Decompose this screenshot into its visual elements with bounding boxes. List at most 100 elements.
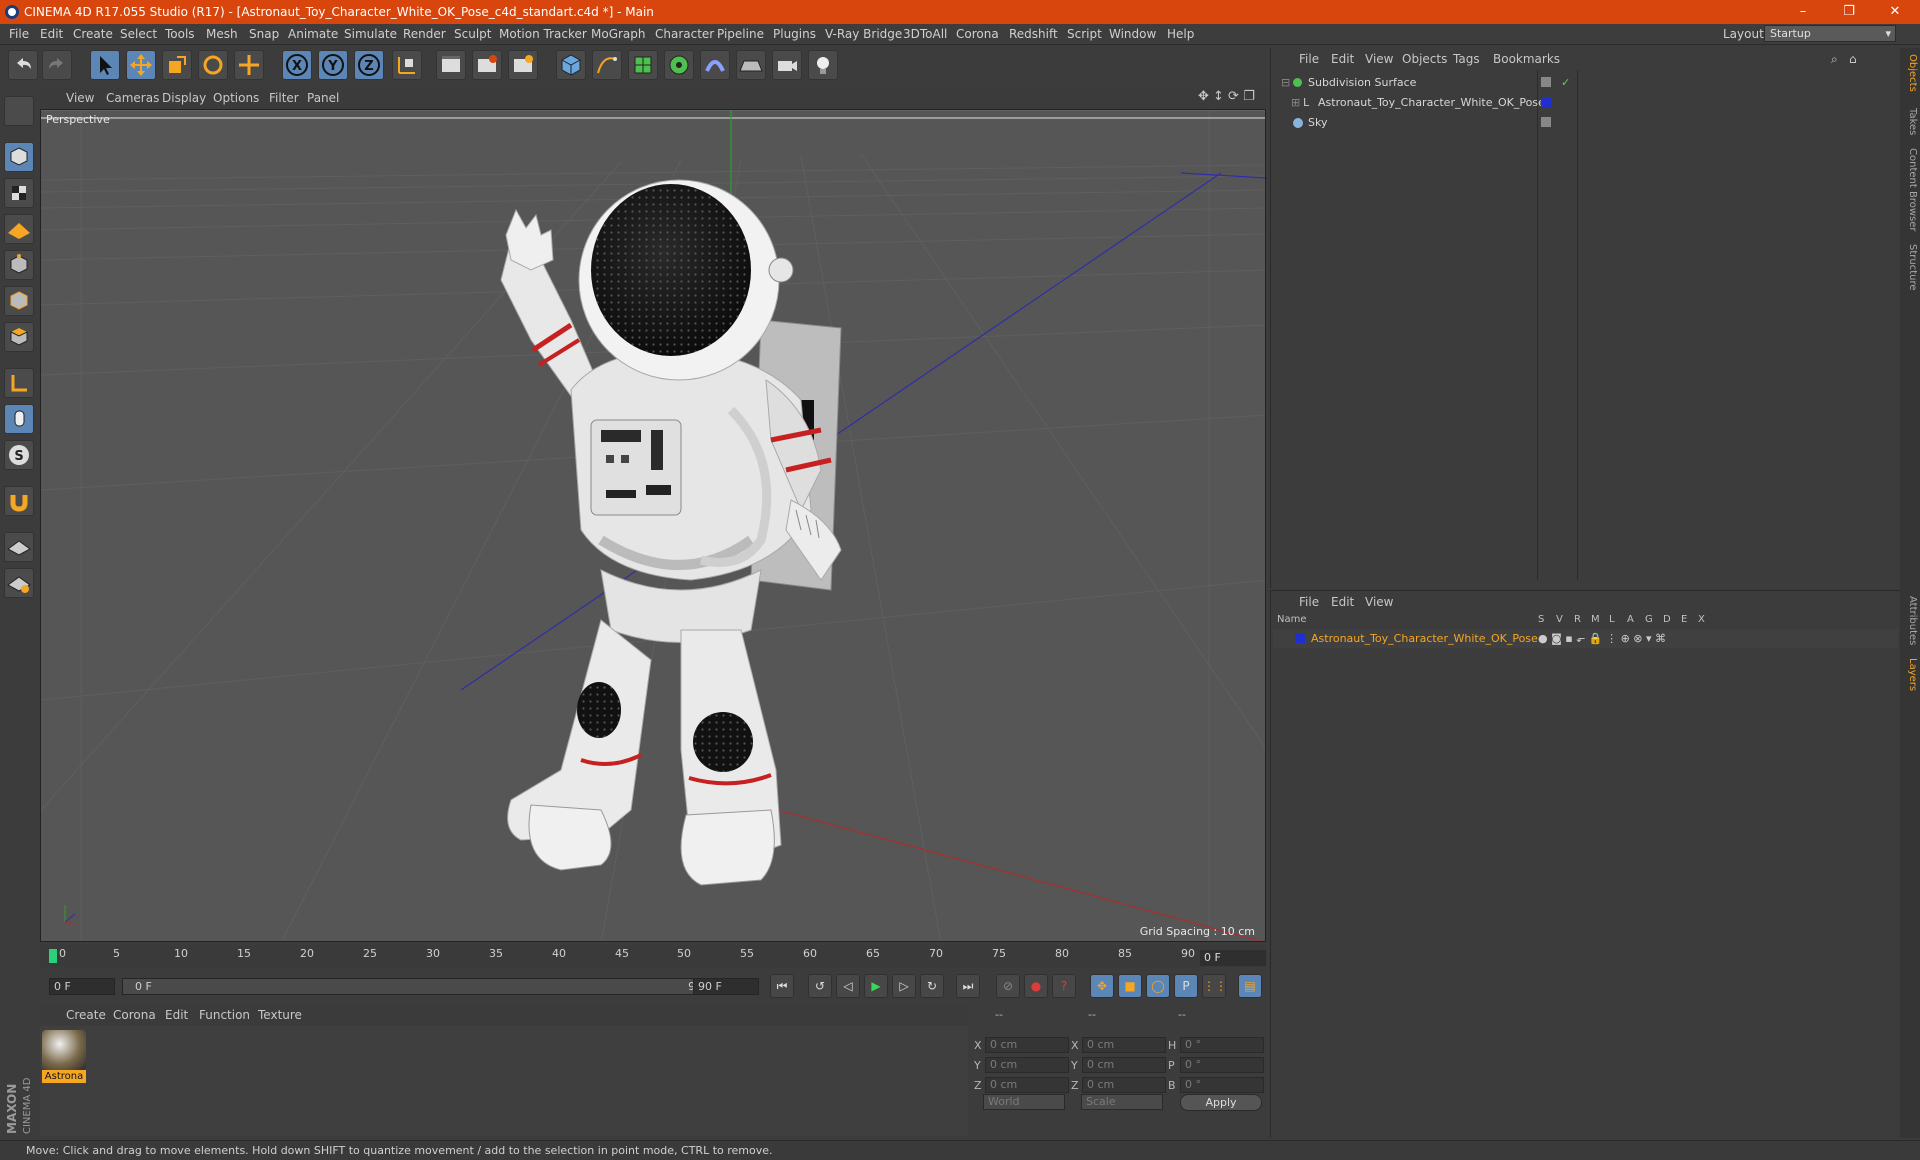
viewport-menu-view[interactable]: View [66, 91, 94, 105]
previous-frame-button[interactable]: ◁ [836, 974, 860, 998]
layer-col[interactable]: L [1609, 614, 1615, 625]
menu-mesh[interactable]: Mesh [206, 27, 238, 41]
record-keys-button[interactable]: ⊘ [996, 974, 1020, 998]
position-z-field[interactable]: 0 cm [985, 1077, 1069, 1093]
perspective-viewport[interactable]: Perspective Grid Spacing : 10 cm [40, 109, 1266, 942]
menu-script[interactable]: Script [1067, 27, 1102, 41]
viewport-menu-panel[interactable]: Panel [307, 91, 339, 105]
key-scale-button[interactable]: ■ [1118, 974, 1142, 998]
spline-pen-button[interactable] [592, 50, 622, 80]
current-frame-field[interactable]: 0 F [1200, 950, 1266, 966]
cloner-button[interactable] [664, 50, 694, 80]
key-rotation-button[interactable]: ◯ [1146, 974, 1170, 998]
viewport-menu-filter[interactable]: Filter [269, 91, 299, 105]
restore-button[interactable]: ❐ [1826, 0, 1872, 24]
end-frame-field[interactable]: 90 F [693, 978, 759, 995]
next-key-button[interactable]: ↻ [920, 974, 944, 998]
go-to-end-button[interactable]: ⏭ [956, 974, 980, 998]
scale-tool-button[interactable] [162, 50, 192, 80]
layer-col[interactable]: S [1538, 614, 1544, 625]
material-menu-edit[interactable]: Edit [165, 1008, 188, 1022]
menu-animate[interactable]: Animate [288, 27, 338, 41]
search-icon[interactable]: ⌕ [1831, 52, 1838, 67]
cube-object-button[interactable] [556, 50, 586, 80]
timeline-window-button[interactable]: ▤ [1238, 974, 1262, 998]
menu-select[interactable]: Select [120, 27, 157, 41]
menu-mograph[interactable]: MoGraph [591, 27, 646, 41]
layer-col[interactable]: X [1698, 614, 1705, 625]
layers-menu-edit[interactable]: Edit [1331, 595, 1354, 609]
objects-menu-file[interactable]: File [1299, 52, 1319, 66]
layer-color-swatch[interactable] [1295, 633, 1305, 643]
start-frame-field[interactable]: 0 F [49, 978, 115, 995]
tab-content-browser[interactable]: Content Browser [1902, 148, 1918, 231]
enabled-check-icon[interactable]: ✓ [1561, 73, 1570, 92]
workplane-lock-button[interactable] [4, 532, 34, 562]
workplane-mode-button[interactable] [4, 214, 34, 244]
range-slider[interactable]: 0 F 90 F [122, 978, 727, 995]
viewport-navigation-icons[interactable]: ✥ ↕ ⟳ ❐ [1198, 89, 1255, 104]
y-axis-lock-button[interactable]: Y [318, 50, 348, 80]
viewport-menu-display[interactable]: Display [162, 91, 206, 105]
menu-file[interactable]: File [9, 27, 29, 41]
z-axis-lock-button[interactable]: Z [354, 50, 384, 80]
layer-col[interactable]: D [1663, 614, 1671, 625]
menu-create[interactable]: Create [73, 27, 113, 41]
menu-corona[interactable]: Corona [956, 27, 999, 41]
magnet-tool-button[interactable] [4, 486, 34, 516]
menu-snap[interactable]: Snap [249, 27, 279, 41]
menu-tools[interactable]: Tools [165, 27, 195, 41]
coordinate-mode-select[interactable]: World [983, 1094, 1065, 1110]
objects-menu-tags[interactable]: Tags [1453, 52, 1480, 66]
material-menu-corona[interactable]: Corona [113, 1008, 156, 1022]
snapping-button[interactable]: S [4, 440, 34, 470]
polygons-mode-button[interactable] [4, 322, 34, 352]
menu-edit[interactable]: Edit [40, 27, 63, 41]
workplane-align-button[interactable] [4, 568, 34, 598]
rotate-tool-button[interactable] [198, 50, 228, 80]
layer-col[interactable]: E [1681, 614, 1687, 625]
menu-vray-bridge[interactable]: V-Ray Bridge [825, 27, 902, 41]
render-view-button[interactable] [436, 50, 466, 80]
size-x-field[interactable]: 0 cm [1082, 1037, 1166, 1053]
autokey-button[interactable]: ● [1024, 974, 1048, 998]
x-axis-lock-button[interactable]: X [282, 50, 312, 80]
playhead-marker[interactable] [49, 949, 57, 963]
render-settings-button[interactable] [508, 50, 538, 80]
menu-redshift[interactable]: Redshift [1009, 27, 1058, 41]
size-z-field[interactable]: 0 cm [1082, 1077, 1166, 1093]
go-to-start-button[interactable]: ⏮ [770, 974, 794, 998]
minimize-button[interactable]: – [1780, 0, 1826, 24]
size-mode-select[interactable]: Scale [1081, 1094, 1163, 1110]
render-picture-viewer-button[interactable] [472, 50, 502, 80]
edges-mode-button[interactable] [4, 286, 34, 316]
make-editable-button[interactable] [4, 96, 34, 126]
objects-menu-objects[interactable]: Objects [1402, 52, 1447, 66]
menu-motion-tracker[interactable]: Motion Tracker [499, 27, 587, 41]
next-frame-button[interactable]: ▷ [892, 974, 916, 998]
key-pla-button[interactable]: ⋮⋮ [1202, 974, 1227, 998]
menu-plugins[interactable]: Plugins [773, 27, 816, 41]
layer-col[interactable]: G [1645, 614, 1653, 625]
tab-takes[interactable]: Takes [1902, 108, 1918, 135]
play-button[interactable]: ▶ [864, 974, 888, 998]
timeline-ruler[interactable]: 0 5 10 15 20 25 30 35 40 45 50 55 60 65 … [40, 945, 1266, 967]
deformer-button[interactable] [700, 50, 730, 80]
layout-select[interactable]: Startup ▾ [1764, 25, 1896, 42]
layer-col[interactable]: A [1627, 614, 1634, 625]
menu-pipeline[interactable]: Pipeline [717, 27, 764, 41]
objects-menu-edit[interactable]: Edit [1331, 52, 1354, 66]
apply-button[interactable]: Apply [1180, 1094, 1262, 1111]
transform-tool-button[interactable] [234, 50, 264, 80]
layer-col[interactable]: V [1556, 614, 1563, 625]
object-row-sky[interactable]: Sky [1273, 113, 1898, 132]
material-menu-create[interactable]: Create [66, 1008, 106, 1022]
rotation-b-field[interactable]: 0 ° [1180, 1077, 1264, 1093]
tab-structure[interactable]: Structure [1902, 244, 1918, 291]
objects-menu-bookmarks[interactable]: Bookmarks [1493, 52, 1560, 66]
tab-attributes[interactable]: Attributes [1902, 596, 1918, 645]
layer-row[interactable]: Astronaut_Toy_Character_White_OK_Pose ● … [1273, 629, 1898, 648]
viewport-menu-cameras[interactable]: Cameras [106, 91, 159, 105]
object-row-subdivision[interactable]: ⊟ Subdivision Surface ✓ [1273, 73, 1898, 92]
menu-sculpt[interactable]: Sculpt [454, 27, 491, 41]
